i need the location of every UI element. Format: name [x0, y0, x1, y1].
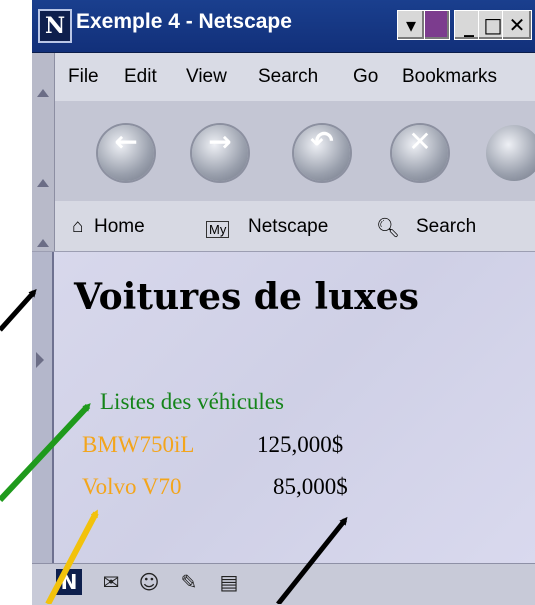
annotation-arrows	[0, 289, 348, 604]
arrow-to-price	[276, 516, 348, 604]
arrow-to-vehicle-name	[45, 509, 99, 604]
arrow-to-sidebar	[0, 289, 37, 332]
arrow-to-list-title	[0, 403, 91, 503]
